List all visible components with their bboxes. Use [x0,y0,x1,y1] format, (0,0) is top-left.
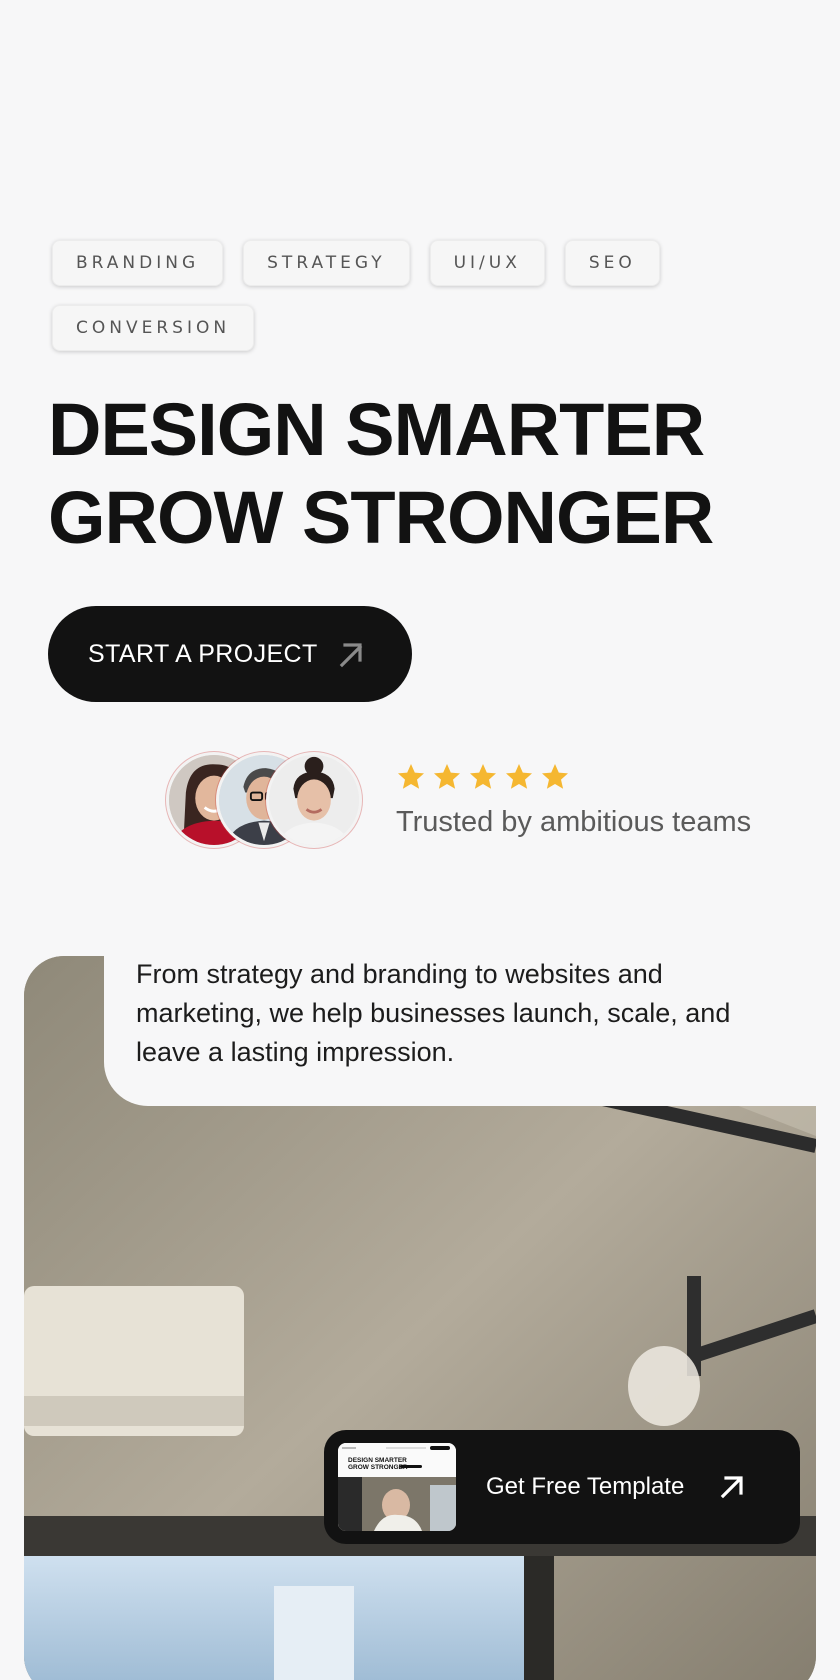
arrow-up-right-icon [336,639,366,669]
star-icon [396,762,426,792]
star-icon [432,762,462,792]
headline-line-1: DESIGN SMARTER [48,388,705,471]
star-icon [504,762,534,792]
tag-branding[interactable]: BRANDING [52,240,224,286]
thumb-title-1: DESIGN SMARTER [348,1457,407,1464]
start-project-label: START A PROJECT [88,639,318,668]
landing-page: BRANDING STRATEGY UI/UX SEO CONVERSION D… [0,0,840,1680]
get-free-template-button[interactable]: DESIGN SMARTER GROW STRONGER Get Free Te… [324,1430,800,1544]
arrow-up-right-icon [718,1473,746,1501]
star-icon [540,762,570,792]
start-project-button[interactable]: START A PROJECT [48,606,412,702]
get-free-template-label: Get Free Template [486,1473,685,1500]
tag-list: BRANDING STRATEGY UI/UX SEO CONVERSION [52,240,712,351]
tag-conversion[interactable]: CONVERSION [52,305,255,351]
template-thumbnail: DESIGN SMARTER GROW STRONGER [338,1443,456,1531]
tag-seo[interactable]: SEO [564,240,660,286]
rating-stars [396,762,570,792]
trust-text: Trusted by ambitious teams [396,806,752,838]
avatar [266,752,362,848]
tag-strategy[interactable]: STRATEGY [243,240,410,286]
headline-line-2: GROW STRONGER [48,476,714,559]
page-title: DESIGN SMARTER GROW STRONGER [48,386,714,562]
star-icon [468,762,498,792]
thumb-title-2: GROW STRONGER [348,1464,408,1471]
customer-avatars [166,752,366,850]
tag-ui-ux[interactable]: UI/UX [429,240,545,286]
intro-text: From strategy and branding to websites a… [136,959,731,1067]
